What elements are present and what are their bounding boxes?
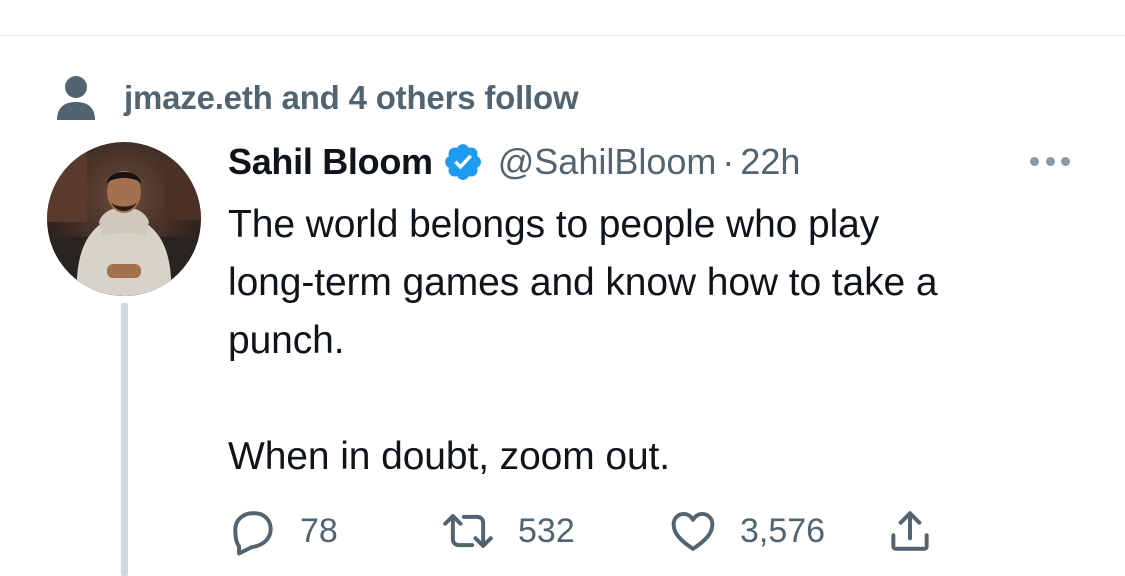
retweet-count: 532 (518, 511, 575, 550)
top-divider (0, 35, 1125, 36)
retweet-button[interactable]: 532 (440, 506, 575, 556)
tweet-header: Sahil Bloom @SahilBloom · 22h (228, 136, 1098, 188)
share-icon (891, 511, 929, 551)
more-dot (1045, 156, 1055, 166)
heart-icon (671, 511, 715, 551)
like-count: 3,576 (740, 511, 826, 550)
handle[interactable]: @SahilBloom (498, 141, 717, 183)
social-context-text: jmaze.eth and 4 others follow (124, 79, 579, 116)
more-icon[interactable] (1027, 146, 1073, 176)
more-dot (1061, 156, 1070, 166)
reply-button[interactable]: 78 (228, 506, 338, 556)
avatar[interactable] (47, 142, 201, 296)
tweet-actions: 78 532 3,576 (228, 506, 948, 556)
reply-count: 78 (300, 511, 338, 550)
reply-icon (233, 511, 273, 556)
display-name[interactable]: Sahil Bloom (228, 141, 433, 183)
thread-line (121, 303, 128, 576)
social-context[interactable]: jmaze.eth and 4 others follow (54, 72, 579, 124)
like-button[interactable]: 3,576 (668, 506, 825, 556)
share-button[interactable] (885, 506, 935, 556)
tweet[interactable]: Sahil Bloom @SahilBloom · 22h The world … (228, 136, 1098, 486)
more-dot (1030, 156, 1039, 166)
tweet-text: The world belongs to people who play lon… (228, 203, 938, 478)
verified-badge-icon (444, 144, 481, 180)
person-icon (57, 76, 95, 120)
retweet-icon (443, 514, 493, 548)
timestamp[interactable]: 22h (740, 141, 800, 183)
separator-dot: · (722, 141, 735, 182)
